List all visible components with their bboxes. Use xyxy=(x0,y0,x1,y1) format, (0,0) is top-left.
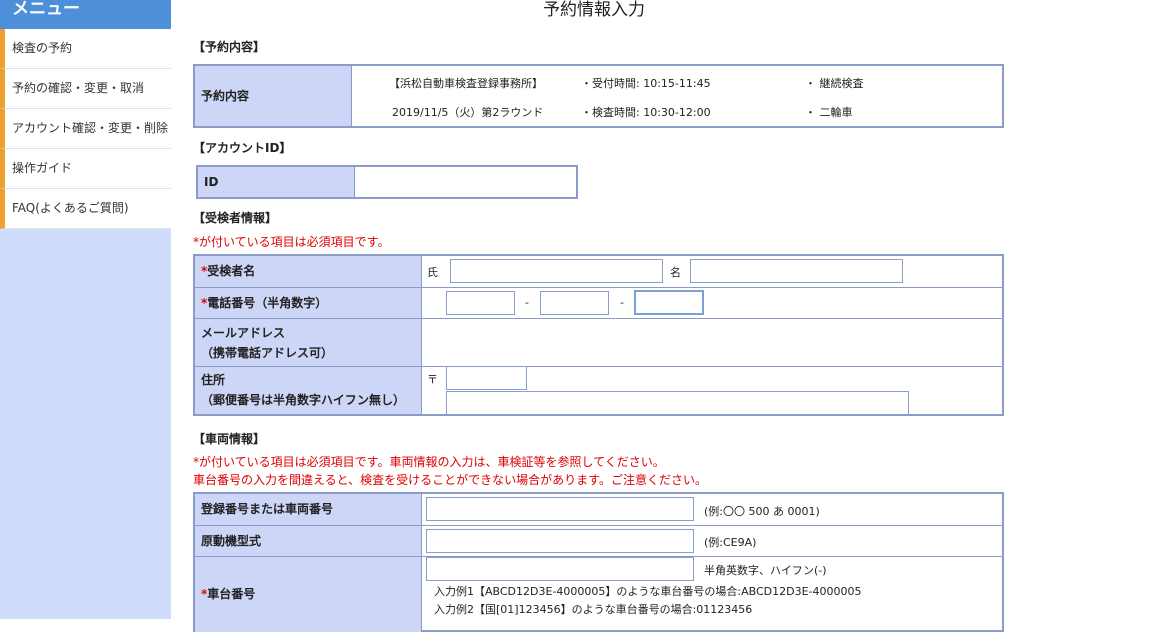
vehicle-section-title: 【車両情報】 xyxy=(193,432,266,446)
reservation-label: 予約内容 xyxy=(195,66,352,126)
phone-dash-2: - xyxy=(620,296,624,309)
chassis-number-input[interactable] xyxy=(426,557,694,581)
vehicle-table: 登録番号または車両番号 原動機型式 *車台番号 (例:〇〇 500 あ 0001… xyxy=(193,492,1004,632)
sidebar-item-account[interactable]: アカウント確認・変更・削除 xyxy=(0,109,171,149)
engine-model-input[interactable] xyxy=(426,529,694,553)
reservation-table: 予約内容 【浜松自動車検査登録事務所】 2019/11/5（火）第2ラウンド ・… xyxy=(193,64,1004,128)
reservation-date: 2019/11/5（火）第2ラウンド xyxy=(392,106,544,119)
menu-title: メニュー xyxy=(0,0,171,29)
page-title: 予約情報入力 xyxy=(543,0,645,20)
reservation-section-title: 【予約内容】 xyxy=(193,40,266,54)
sidebar-item-reserve[interactable]: 検査の予約 xyxy=(0,29,171,69)
phone-part3-input[interactable] xyxy=(634,290,704,315)
reservation-vehicle-kind: ・ 二輪車 xyxy=(805,106,853,119)
sidebar-item-confirm-change-cancel[interactable]: 予約の確認・変更・取消 xyxy=(0,69,171,109)
postal-code-input[interactable] xyxy=(446,366,527,390)
vehicle-required-note: *が付いている項目は必須項目です。車両情報の入力は、車検証等を参照してください。 xyxy=(193,455,665,469)
surname-input[interactable] xyxy=(450,259,663,283)
examinee-table: *受検者名 *電話番号（半角数字） メールアドレス （携帯電話アドレス可） 住所… xyxy=(193,254,1004,416)
account-section-title: 【アカウントID】 xyxy=(193,141,292,155)
engine-model-example: (例:CE9A) xyxy=(704,536,757,549)
phone-dash-1: - xyxy=(525,296,529,309)
examinee-email-label: メールアドレス （携帯電話アドレス可） xyxy=(195,319,422,366)
given-name-input[interactable] xyxy=(690,259,903,283)
account-id-label: ID xyxy=(198,167,355,197)
reservation-inspection-time: ・検査時間: 10:30-12:00 xyxy=(581,106,711,119)
sidebar-item-guide[interactable]: 操作ガイド xyxy=(0,149,171,189)
chassis-number-hint: 半角英数字、ハイフン(-) xyxy=(704,564,827,577)
reservation-type: ・ 継続検査 xyxy=(805,77,864,90)
examinee-phone-label: *電話番号（半角数字） xyxy=(195,288,422,318)
phone-part1-input[interactable] xyxy=(446,291,515,315)
chassis-example-2: 入力例2【国[01]123456】のような車台番号の場合:01123456 xyxy=(434,603,753,616)
account-table: ID xyxy=(196,165,578,199)
registration-number-input[interactable] xyxy=(426,497,694,521)
examinee-name-label: *受検者名 xyxy=(195,256,422,287)
surname-label: 氏 xyxy=(427,266,438,279)
sidebar-item-faq[interactable]: FAQ(よくあるご質問) xyxy=(0,189,171,229)
reservation-office: 【浜松自動車検査登録事務所】 xyxy=(389,77,543,90)
reservation-reception-time: ・受付時間: 10:15-11:45 xyxy=(581,77,711,90)
chassis-warning-note: 車台番号の入力を間違えると、検査を受けることができない場合があります。ご注意くだ… xyxy=(193,473,707,487)
examinee-section-title: 【受検者情報】 xyxy=(193,211,278,225)
engine-model-label: 原動機型式 xyxy=(195,526,422,556)
chassis-number-label: *車台番号 xyxy=(195,557,422,632)
registration-number-example: (例:〇〇 500 あ 0001) xyxy=(704,505,820,518)
registration-number-label: 登録番号または車両番号 xyxy=(195,494,422,525)
sidebar: メニュー 検査の予約 予約の確認・変更・取消 アカウント確認・変更・削除 操作ガ… xyxy=(0,0,171,619)
examinee-required-note: *が付いている項目は必須項目です。 xyxy=(193,235,390,249)
given-name-label: 名 xyxy=(670,266,681,279)
phone-part2-input[interactable] xyxy=(540,291,609,315)
chassis-example-1: 入力例1【ABCD12D3E-4000005】のような車台番号の場合:ABCD1… xyxy=(434,585,862,598)
examinee-address-label: 住所 （郵便番号は半角数字ハイフン無し） xyxy=(195,367,422,414)
address-input[interactable] xyxy=(446,391,909,415)
postal-mark: 〒 xyxy=(427,373,438,386)
